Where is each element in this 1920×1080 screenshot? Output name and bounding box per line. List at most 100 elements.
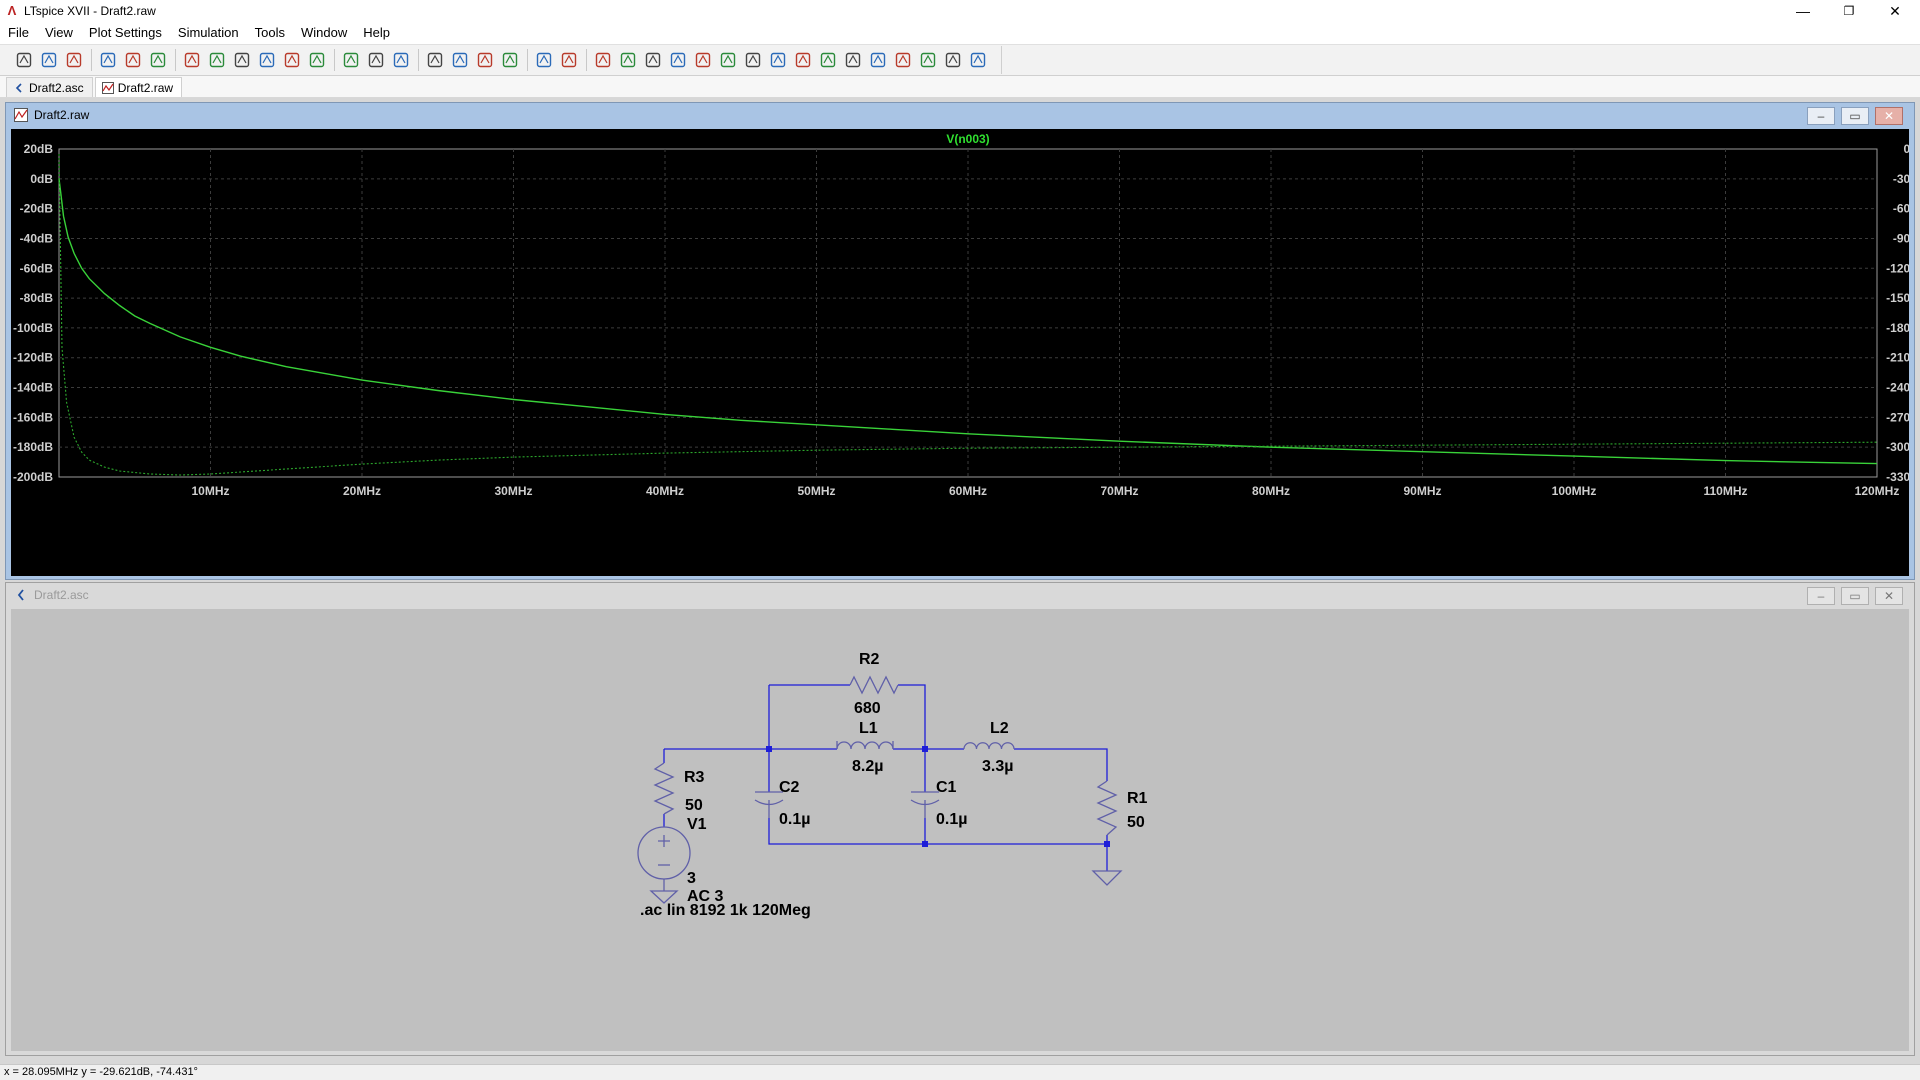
control-panel-icon[interactable]	[96, 48, 120, 72]
tile-horizontal-icon[interactable]	[339, 48, 363, 72]
paste-icon[interactable]	[473, 48, 497, 72]
bode-plot[interactable]: 10MHz 20MHz 30MHz 40MHz 50MHz 60MHz 70MHz 80MHz…	[11, 129, 1915, 576]
child-maximize-button[interactable]: ▭	[1841, 587, 1869, 605]
y2-tick-label: -330°	[1886, 470, 1909, 484]
ground-icon[interactable]	[616, 48, 640, 72]
rotate-icon[interactable]	[891, 48, 915, 72]
zoom-fit-icon[interactable]	[230, 48, 254, 72]
capacitor-icon[interactable]	[691, 48, 715, 72]
tab-draft2-asc[interactable]: Draft2.asc	[6, 77, 93, 97]
v1-name-label[interactable]: V1	[687, 816, 707, 833]
wire[interactable]	[664, 748, 1108, 781]
inductor-l1-symbol[interactable]	[836, 741, 894, 750]
r1-name-label[interactable]: R1	[1127, 790, 1148, 807]
c2-name-label[interactable]: C2	[779, 779, 800, 796]
move-icon[interactable]	[791, 48, 815, 72]
mirror-icon[interactable]	[916, 48, 940, 72]
resistor-r3-symbol[interactable]	[653, 762, 675, 815]
autorange-icon[interactable]	[280, 48, 304, 72]
ground-r1-icon[interactable]	[1091, 870, 1123, 886]
waveform-plot-area[interactable]: 10MHz 20MHz 30MHz 40MHz 50MHz 60MHz 70MHz 80MHz…	[11, 129, 1915, 576]
c1-name-label[interactable]: C1	[936, 779, 957, 796]
waveform-icon	[14, 108, 28, 122]
child-minimize-button[interactable]: –	[1807, 107, 1835, 125]
restore-button[interactable]: ❐	[1826, 0, 1872, 22]
resistor-icon[interactable]	[666, 48, 690, 72]
cascade-icon[interactable]	[389, 48, 413, 72]
save-icon[interactable]	[62, 48, 86, 72]
waveform-window-caption[interactable]: Draft2.raw	[6, 103, 1914, 127]
minimize-button[interactable]: —	[1780, 0, 1826, 22]
l1-name-label[interactable]: L1	[859, 720, 878, 737]
child-close-button[interactable]: ✕	[1875, 587, 1903, 605]
c1-value-label[interactable]: 0.1µ	[936, 811, 967, 828]
print-setup-icon[interactable]	[557, 48, 581, 72]
component-icon[interactable]	[766, 48, 790, 72]
zoom-area-icon[interactable]	[305, 48, 329, 72]
halt-icon[interactable]	[146, 48, 170, 72]
r3-name-label[interactable]: R3	[684, 769, 705, 786]
inductor-l2-symbol[interactable]	[963, 742, 1015, 750]
redo-icon[interactable]	[866, 48, 890, 72]
r2-value-label[interactable]: 680	[854, 700, 881, 717]
toolbar-separator	[175, 49, 176, 71]
print-icon[interactable]	[532, 48, 556, 72]
resistor-r2-symbol[interactable]	[849, 675, 899, 695]
run-icon[interactable]	[121, 48, 145, 72]
l1-value-label[interactable]: 8.2µ	[852, 758, 883, 775]
menu-view[interactable]: View	[37, 22, 81, 44]
capacitor-c1-symbol[interactable]	[910, 791, 940, 818]
v1-value-label[interactable]: 3	[687, 870, 696, 887]
schematic-icon	[15, 82, 22, 93]
undo-icon[interactable]	[841, 48, 865, 72]
schematic-canvas[interactable]: R2 680 L1 8.2µ L2 3.3µ R3 50 C2 0.1µ C1 …	[11, 609, 1909, 1051]
waveform-icon	[101, 81, 114, 94]
child-minimize-button[interactable]: –	[1807, 587, 1835, 605]
open-icon[interactable]	[37, 48, 61, 72]
zoom-cancel-icon[interactable]	[255, 48, 279, 72]
y2-tick-label: -240°	[1886, 381, 1909, 395]
y-tick-label: -100dB	[13, 321, 53, 335]
r2-name-label[interactable]: R2	[859, 651, 880, 668]
y2-tick-label: -60°	[1893, 202, 1909, 216]
l2-value-label[interactable]: 3.3µ	[982, 758, 1013, 775]
inductor-icon[interactable]	[716, 48, 740, 72]
menu-tools[interactable]: Tools	[247, 22, 293, 44]
junction-dot	[922, 841, 928, 847]
wire-icon[interactable]	[591, 48, 615, 72]
menu-plot-settings[interactable]: Plot Settings	[81, 22, 170, 44]
child-maximize-button[interactable]: ▭	[1841, 107, 1869, 125]
r1-value-label[interactable]: 50	[1127, 814, 1145, 831]
tab-draft2-raw[interactable]: Draft2.raw	[94, 77, 183, 97]
menu-window[interactable]: Window	[293, 22, 355, 44]
zoom-out-icon[interactable]	[205, 48, 229, 72]
c2-value-label[interactable]: 0.1µ	[779, 811, 810, 828]
r3-value-label[interactable]: 50	[685, 797, 703, 814]
new-schematic-icon[interactable]	[12, 48, 36, 72]
schematic-drawing[interactable]: R2 680 L1 8.2µ L2 3.3µ R3 50 C2 0.1µ C1 …	[11, 609, 1909, 1051]
trace-label-v-n003[interactable]: V(n003)	[946, 132, 989, 146]
resistor-r1-symbol[interactable]	[1096, 780, 1118, 836]
menu-simulation[interactable]: Simulation	[170, 22, 247, 44]
spice-directive-icon[interactable]	[966, 48, 990, 72]
close-button[interactable]: ✕	[1872, 0, 1918, 22]
l2-name-label[interactable]: L2	[990, 720, 1009, 737]
spice-directive-text[interactable]: .ac lin 8192 1k 120Meg	[640, 902, 811, 919]
zoom-in-icon[interactable]	[180, 48, 204, 72]
cut-icon[interactable]	[423, 48, 447, 72]
menu-help[interactable]: Help	[355, 22, 398, 44]
diode-icon[interactable]	[741, 48, 765, 72]
text-icon[interactable]	[941, 48, 965, 72]
wire[interactable]	[768, 684, 926, 749]
tile-vertical-icon[interactable]	[364, 48, 388, 72]
find-icon[interactable]	[498, 48, 522, 72]
menu-file[interactable]: File	[0, 22, 37, 44]
drag-icon[interactable]	[816, 48, 840, 72]
voltage-source-v1-symbol[interactable]	[637, 826, 691, 880]
wire[interactable]	[768, 749, 1108, 845]
y2-tick-label: -210°	[1886, 351, 1909, 365]
schematic-window-caption[interactable]: Draft2.asc	[6, 583, 1914, 607]
child-close-button[interactable]: ✕	[1875, 107, 1903, 125]
copy-icon[interactable]	[448, 48, 472, 72]
label-icon[interactable]	[641, 48, 665, 72]
